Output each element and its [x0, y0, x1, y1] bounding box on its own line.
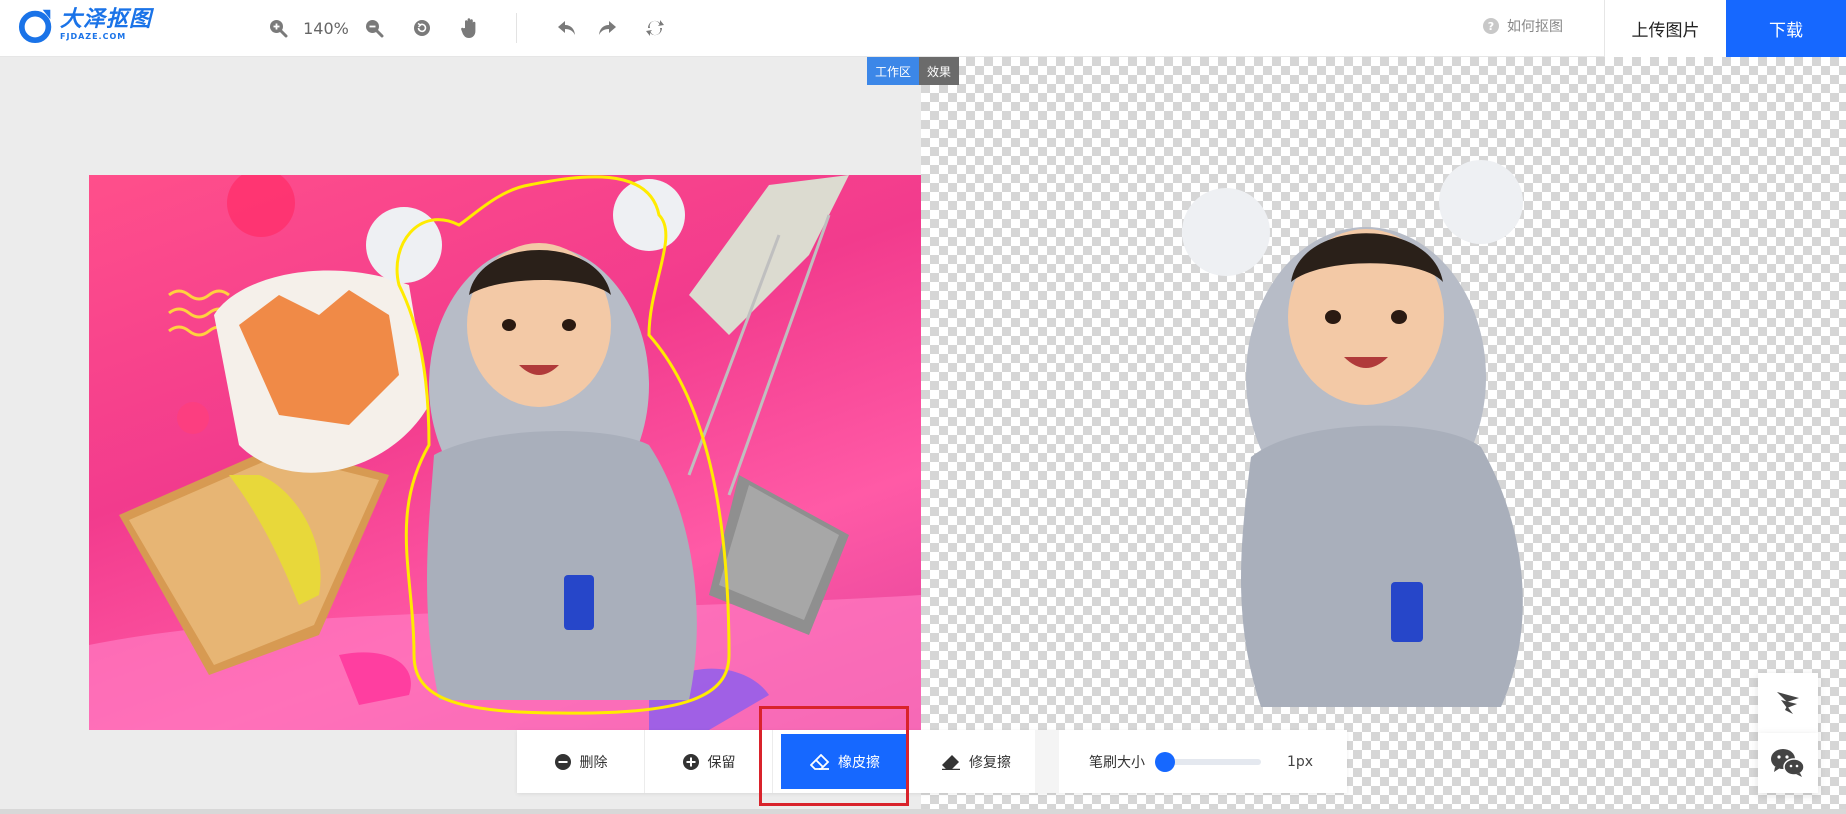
result-preview-panel — [921, 57, 1846, 809]
help-text: 如何抠图 — [1507, 19, 1563, 35]
eraser-label: 橡皮擦 — [838, 754, 880, 771]
restore-button[interactable]: 修复擦 — [917, 730, 1035, 793]
pan-button[interactable] — [458, 14, 482, 42]
hand-icon — [461, 18, 476, 38]
help-icon: ? — [1483, 18, 1499, 34]
swap-button[interactable] — [643, 14, 667, 42]
reset-icon — [414, 20, 430, 36]
feedback-icon — [1777, 692, 1799, 714]
toolbar-spacer — [1035, 730, 1059, 793]
keep-label: 保留 — [707, 754, 736, 771]
logo-icon — [18, 9, 52, 44]
undo-button[interactable] — [555, 14, 579, 42]
logo[interactable]: 大泽抠图 FJDAZE.COM — [18, 6, 152, 44]
undo-icon — [558, 21, 575, 35]
logo-text: 大泽抠图 — [60, 7, 153, 32]
brush-size-slider[interactable] — [1155, 751, 1261, 772]
logo-subtext: FJDAZE.COM — [60, 32, 127, 41]
brush-size-control: 笔刷大小 1px — [1059, 730, 1347, 793]
eraser-icon — [810, 753, 830, 770]
top-header: 大泽抠图 FJDAZE.COM 140% ? 如何抠图 上传图片 下载 — [0, 0, 1846, 57]
redo-button[interactable] — [595, 14, 619, 42]
tab-workspace[interactable]: 工作区 — [867, 57, 920, 85]
restore-brush-icon — [941, 754, 961, 770]
plus-circle-icon — [682, 753, 700, 771]
upload-image-button[interactable]: 上传图片 — [1604, 0, 1726, 57]
swap-icon — [646, 20, 664, 36]
zoom-level: 140% — [303, 18, 349, 38]
zoom-in-button[interactable] — [266, 14, 290, 42]
wechat-icon — [1771, 749, 1805, 777]
tab-effect[interactable]: 效果 — [919, 57, 960, 85]
delete-button[interactable]: 删除 — [517, 730, 645, 793]
minus-circle-icon — [554, 753, 572, 771]
keep-button[interactable]: 保留 — [645, 730, 773, 793]
download-button[interactable]: 下载 — [1726, 0, 1846, 57]
zoom-out-icon — [366, 20, 384, 38]
zoom-in-icon — [270, 20, 288, 38]
brush-size-value: 1px — [1287, 753, 1314, 770]
brush-size-slider-handle[interactable] — [1155, 751, 1175, 772]
cutout-image — [1182, 160, 1523, 707]
view-tabs: 工作区 效果 — [867, 57, 960, 85]
zoom-out-button[interactable] — [362, 14, 386, 42]
wechat-button[interactable] — [1758, 733, 1818, 793]
brush-size-label: 笔刷大小 — [1089, 754, 1145, 771]
source-image — [89, 175, 921, 730]
editor-toolbar: 140% — [266, 13, 667, 43]
help-link[interactable]: ? 如何抠图 — [1483, 16, 1563, 36]
restore-label: 修复擦 — [969, 754, 1011, 771]
brush-toolbar: 删除 保留 橡皮擦 修复擦 笔刷大小 1px — [517, 730, 1347, 793]
reset-button[interactable] — [410, 14, 434, 42]
toolbar-divider — [516, 13, 517, 43]
source-image-canvas[interactable] — [89, 175, 921, 730]
delete-label: 删除 — [579, 754, 608, 771]
bottom-border — [0, 809, 1846, 814]
eraser-button[interactable]: 橡皮擦 — [781, 734, 909, 789]
redo-icon — [599, 21, 616, 35]
feedback-button[interactable] — [1758, 673, 1818, 733]
